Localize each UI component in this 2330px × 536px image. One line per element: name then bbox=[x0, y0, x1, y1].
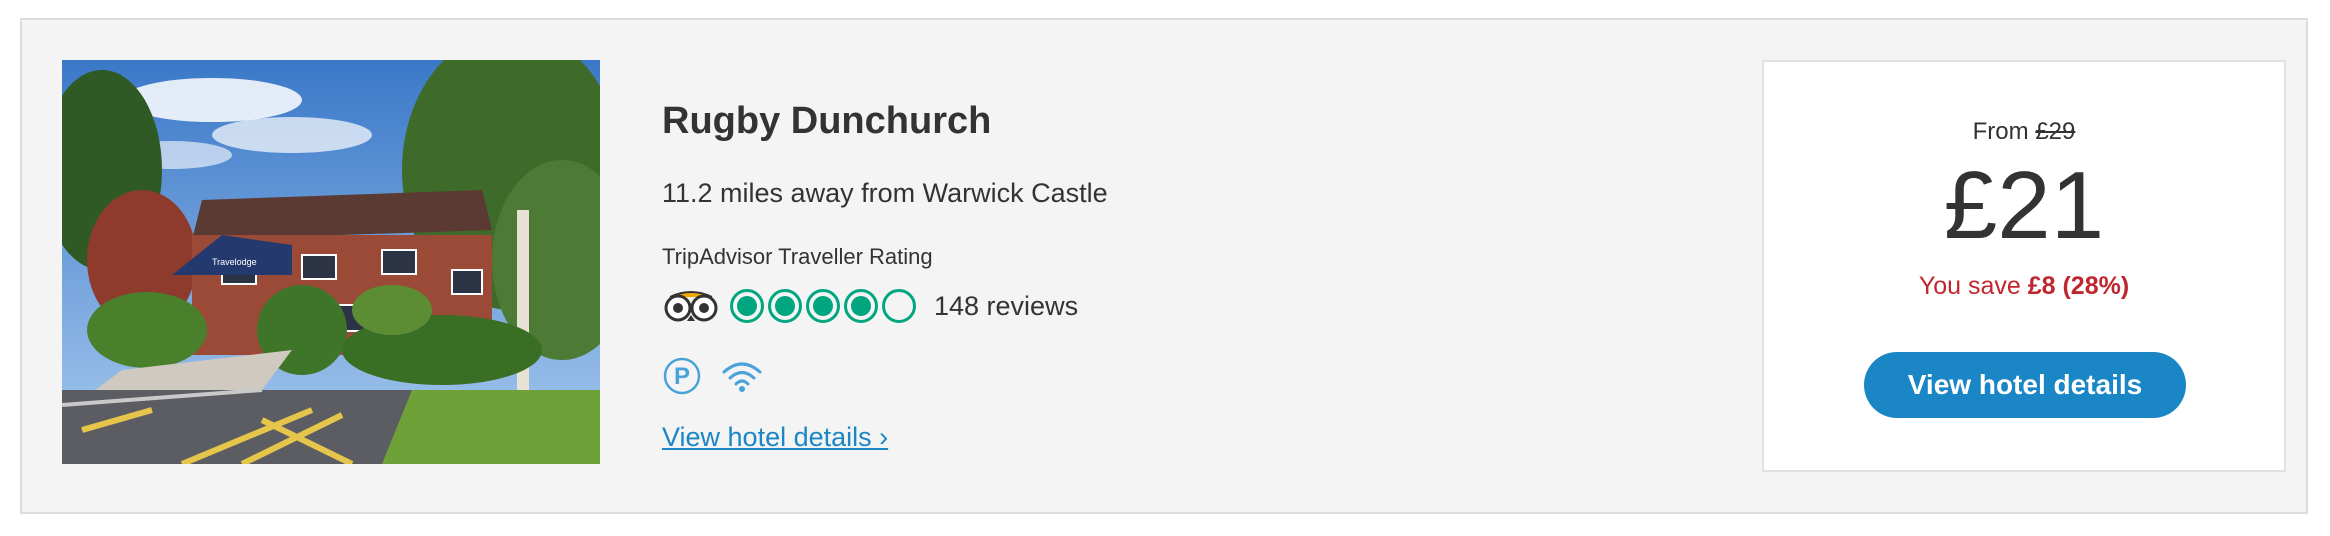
tripadvisor-owl-icon bbox=[664, 291, 718, 322]
old-price: £29 bbox=[2035, 118, 2076, 145]
current-price: £21 bbox=[1943, 152, 2105, 259]
reviews-count[interactable]: 148 reviews bbox=[934, 291, 1078, 322]
travelodge-sign: Travelodge bbox=[212, 257, 257, 267]
rating-bubbles bbox=[730, 289, 920, 323]
wifi-icon bbox=[722, 362, 762, 392]
hotel-distance: 11.2 miles away from Warwick Castle bbox=[662, 178, 1108, 208]
rating-bubble-empty bbox=[882, 289, 916, 323]
hotel-photo[interactable]: Travelodge bbox=[62, 60, 600, 464]
amenities: P bbox=[662, 356, 782, 396]
price-box: From £29 £21 You save £8 (28%) View hote… bbox=[1762, 60, 2286, 472]
rating-label: TripAdvisor Traveller Rating bbox=[662, 244, 933, 269]
save-amount: £8 (28%) bbox=[2027, 272, 2130, 300]
save-prefix: You save bbox=[1918, 272, 2021, 300]
rating-bubble-filled bbox=[730, 289, 764, 323]
savings-line: You save £8 (28%) bbox=[1764, 272, 2284, 301]
rating-bubble-filled bbox=[844, 289, 878, 323]
view-hotel-details-link[interactable]: View hotel details › bbox=[662, 422, 888, 453]
parking-icon: P bbox=[663, 357, 701, 395]
rating-bubble-filled bbox=[768, 289, 802, 323]
hotel-card: Travelodge Rugby Dunchurch 11.2 miles aw… bbox=[20, 18, 2308, 514]
rating-bubble-filled bbox=[806, 289, 840, 323]
view-hotel-details-button[interactable]: View hotel details bbox=[1864, 352, 2186, 418]
from-price-line: From £29 bbox=[1764, 118, 2284, 146]
hotel-name[interactable]: Rugby Dunchurch bbox=[662, 100, 991, 143]
from-label: From bbox=[1972, 118, 2029, 145]
svg-text:P: P bbox=[674, 363, 690, 390]
rating-row: 148 reviews bbox=[662, 286, 1078, 326]
